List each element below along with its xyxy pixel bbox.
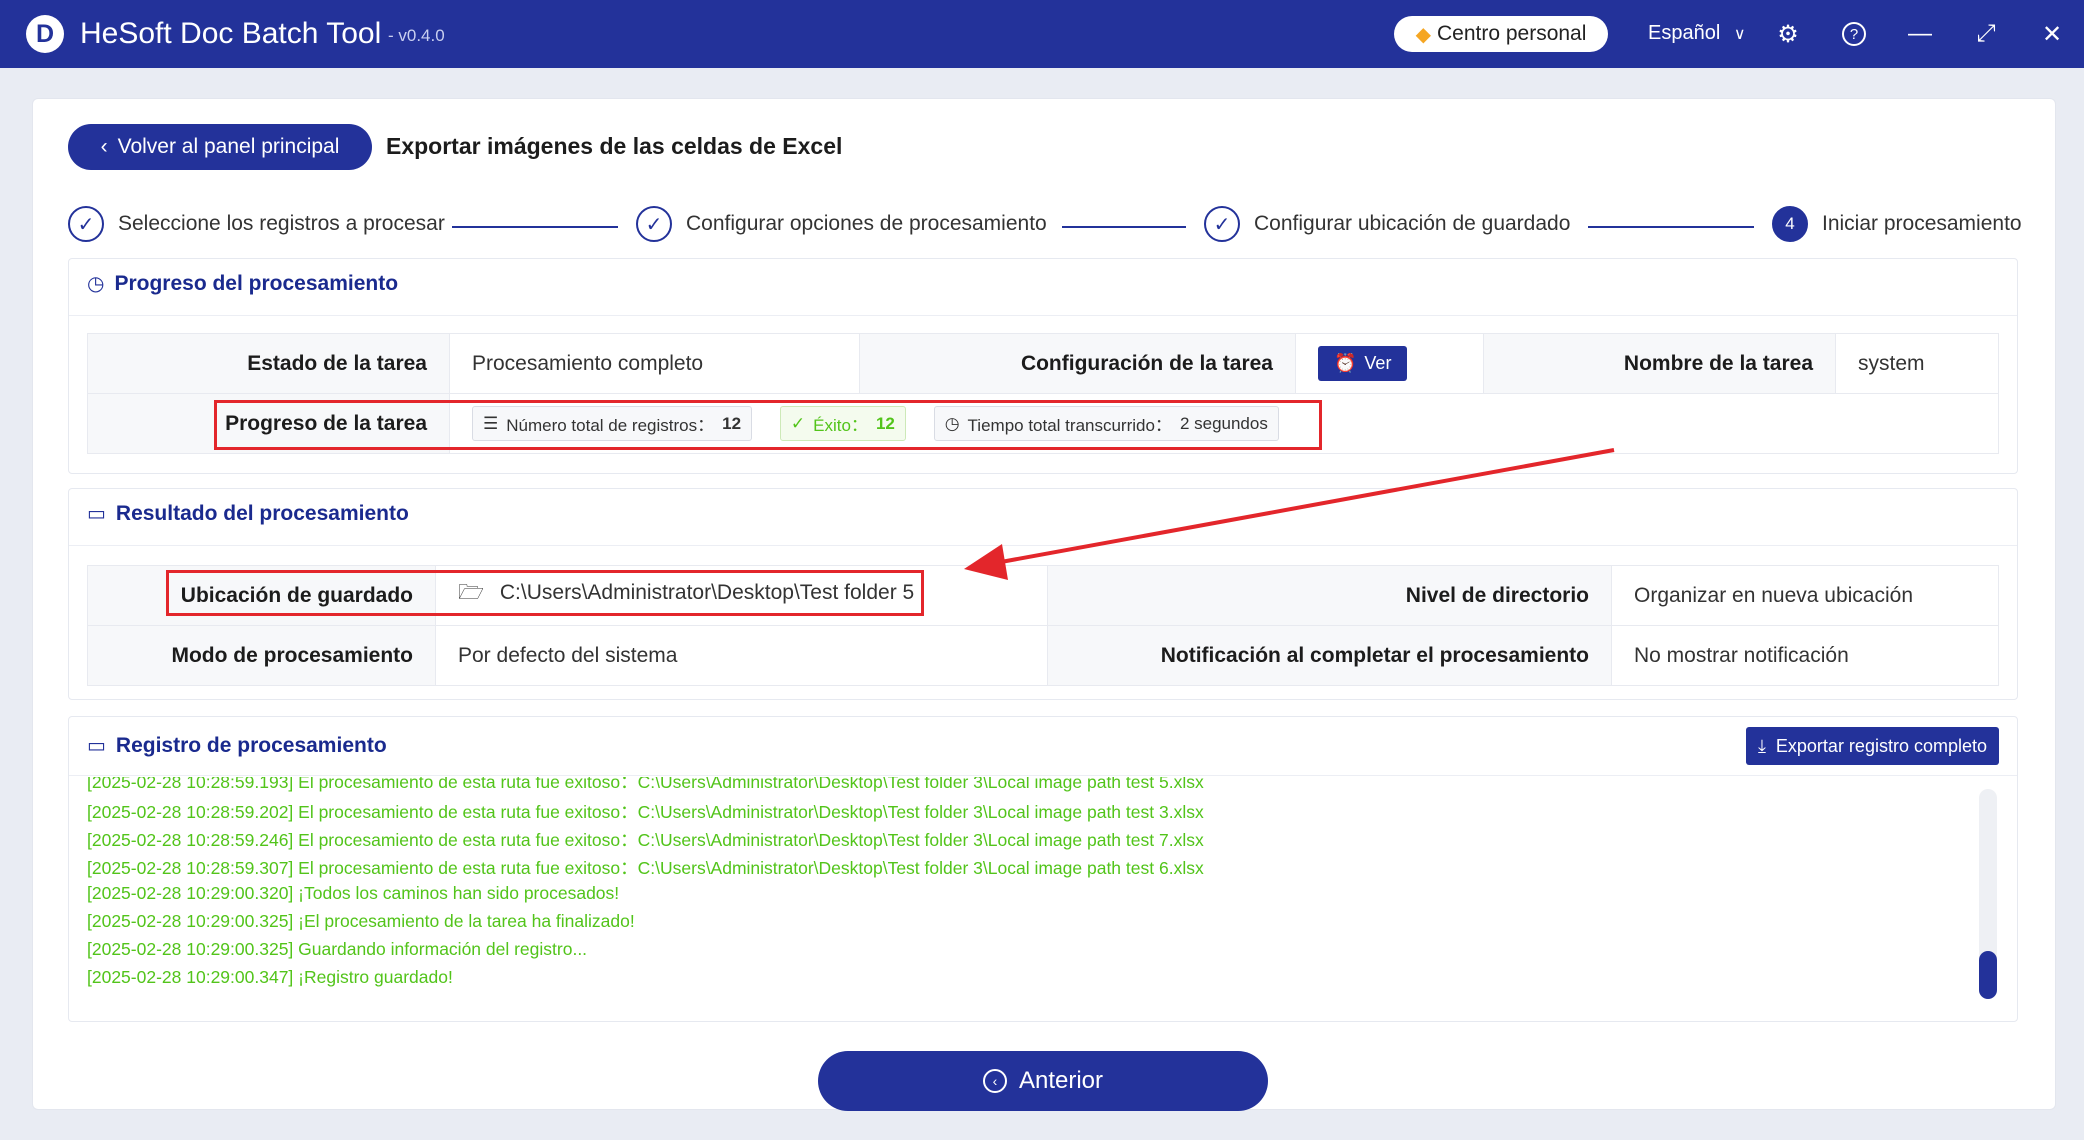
previous-label: Anterior (1018, 1067, 1104, 1094)
arrow-head (964, 544, 1008, 580)
previous-button[interactable]: ‹ Anterior (818, 1051, 1268, 1111)
arrow-shaft (989, 448, 1615, 566)
chevron-left-circle-icon: ‹ (982, 1069, 1007, 1093)
annotation-arrow (964, 448, 1615, 580)
